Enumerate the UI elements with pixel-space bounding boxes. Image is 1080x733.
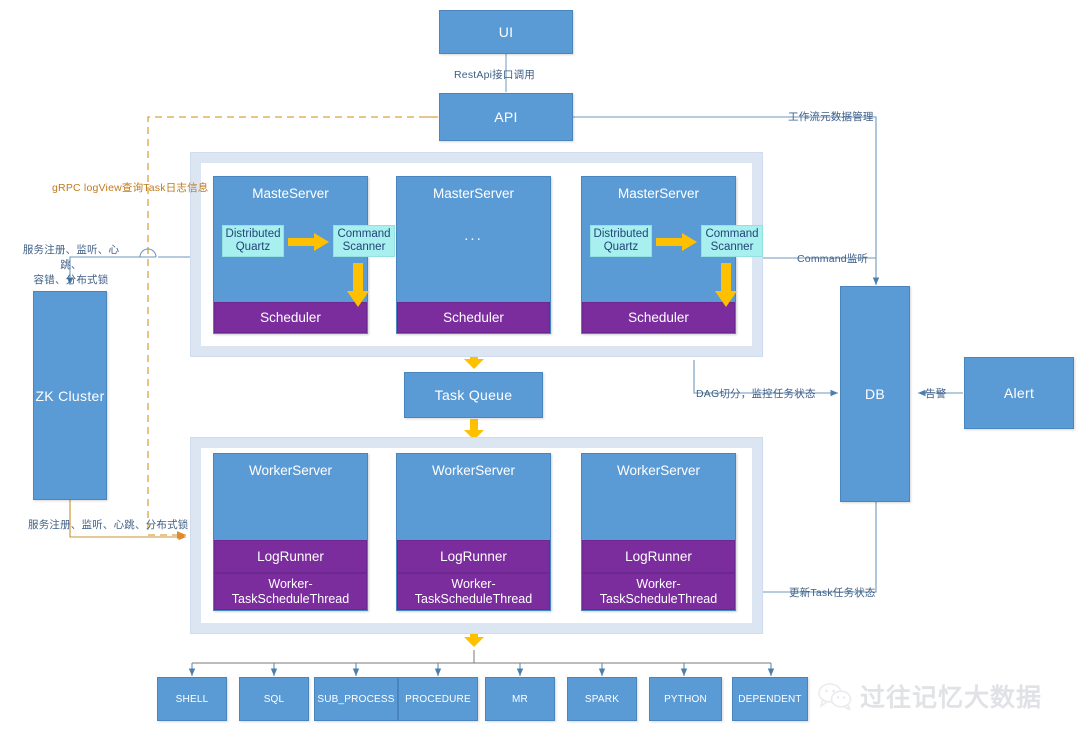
worker-server-3-task-schedule-thread[interactable]: Worker- TaskScheduleThread (582, 573, 735, 610)
node-api[interactable]: API (439, 93, 573, 141)
label-alert-warn: 告警 (925, 388, 947, 400)
chip-label: Command Scanner (705, 228, 759, 253)
label-rest-api: RestApi接口调用 (454, 69, 535, 81)
master-server-2-title: MasterServer (432, 186, 515, 201)
master-server-3[interactable]: MasterServer Distributed Quartz Command … (581, 176, 763, 334)
worker-server-3-logrunner[interactable]: LogRunner (582, 540, 735, 573)
node-task-type-sql[interactable]: SQL (239, 677, 309, 721)
node-zk-cluster[interactable]: ZK Cluster (33, 291, 107, 500)
node-task-type-mr[interactable]: MR (485, 677, 555, 721)
master-server-2-body: ... (397, 201, 550, 302)
label-command-listen: Command监听 (797, 253, 869, 265)
arrow-scanner-to-scheduler-1 (347, 263, 369, 307)
worker-server-1-body (214, 478, 367, 540)
worker-server-1-title: WorkerServer (248, 463, 333, 478)
worker-server-2-logrunner[interactable]: LogRunner (397, 540, 550, 573)
chip-label: Command Scanner (337, 228, 391, 253)
wechat-icon (818, 683, 852, 710)
chip-label: Distributed Quartz (593, 228, 649, 253)
edge-line-hop (139, 248, 157, 258)
label-update-task-state: 更新Task任务状态 (789, 587, 876, 599)
label-dag-split: DAG切分，监控任务状态 (696, 388, 816, 400)
master-server-1-scheduler[interactable]: Scheduler (214, 302, 367, 333)
label-grpc-logview: gRPC logView查询Task日志信息 (52, 182, 209, 194)
watermark-text: 过往记忆大数据 (860, 684, 1043, 712)
master-server-1-body: Distributed Quartz Command Scanner (214, 201, 395, 307)
label-zk-register-master-line1: 服务注册、监听、心跳、 (22, 244, 120, 271)
master-server-1-chip-distributed-quartz[interactable]: Distributed Quartz (222, 225, 284, 257)
watermark: 过往记忆大数据 (818, 678, 1042, 714)
worker-server-2[interactable]: WorkerServer LogRunner Worker- TaskSched… (396, 453, 551, 611)
worker-server-1-logrunner[interactable]: LogRunner (214, 540, 367, 573)
label-workflow-metadata: 工作流元数据管理 (788, 111, 874, 123)
node-task-queue[interactable]: Task Queue (404, 372, 543, 418)
master-server-1[interactable]: MasteServer Distributed Quartz Command S… (213, 176, 395, 334)
worker-server-1-task-schedule-thread[interactable]: Worker- TaskScheduleThread (214, 573, 367, 610)
master-server-1-chip-command-scanner[interactable]: Command Scanner (333, 225, 395, 257)
node-ui[interactable]: UI (439, 10, 573, 54)
master-server-3-title: MasterServer (617, 186, 700, 201)
label-zk-register-master-line2: 容错、分布式锁 (33, 274, 109, 286)
worker-server-3-title: WorkerServer (616, 463, 701, 478)
node-task-type-sub-process[interactable]: SUB_PROCESS (314, 677, 398, 721)
label-zk-register-worker: 服务注册、监听、心跳、分布式锁 (28, 519, 189, 531)
master-server-1-title: MasteServer (252, 186, 329, 201)
node-task-type-python[interactable]: PYTHON (649, 677, 722, 721)
edge-worker-db-update (763, 502, 877, 593)
label-zk-register-master: 服务注册、监听、心跳、 容错、分布式锁 (16, 243, 126, 288)
master-server-3-scheduler[interactable]: Scheduler (582, 302, 735, 333)
arrow-quartz-to-scanner-3 (656, 233, 697, 251)
worker-server-2-task-schedule-thread[interactable]: Worker- TaskScheduleThread (397, 573, 550, 610)
worker-server-3-body (582, 478, 735, 540)
worker-server-3[interactable]: WorkerServer LogRunner Worker- TaskSched… (581, 453, 736, 611)
master-server-3-body: Distributed Quartz Command Scanner (582, 201, 763, 307)
master-server-3-chip-command-scanner[interactable]: Command Scanner (701, 225, 763, 257)
worker-server-1[interactable]: WorkerServer LogRunner Worker- TaskSched… (213, 453, 368, 611)
arrow-quartz-to-scanner (288, 233, 329, 251)
node-alert[interactable]: Alert (964, 357, 1074, 429)
master-server-3-chip-distributed-quartz[interactable]: Distributed Quartz (590, 225, 652, 257)
master-server-2-scheduler[interactable]: Scheduler (397, 302, 550, 333)
chip-label: Distributed Quartz (225, 228, 281, 253)
worker-server-2-title: WorkerServer (431, 463, 516, 478)
node-task-type-spark[interactable]: SPARK (567, 677, 637, 721)
node-task-type-dependent[interactable]: DEPENDENT (732, 677, 808, 721)
node-task-type-procedure[interactable]: PROCEDURE (398, 677, 478, 721)
worker-server-2-body (397, 478, 550, 540)
node-task-type-shell[interactable]: SHELL (157, 677, 227, 721)
master-server-2-ellipsis: ... (464, 227, 483, 244)
node-db[interactable]: DB (840, 286, 910, 502)
architecture-diagram: UI RestApi接口调用 API MasteServer Distribut… (0, 0, 1080, 733)
master-server-2[interactable]: MasterServer ... Scheduler (396, 176, 551, 334)
arrow-scanner-to-scheduler-3 (715, 263, 737, 307)
